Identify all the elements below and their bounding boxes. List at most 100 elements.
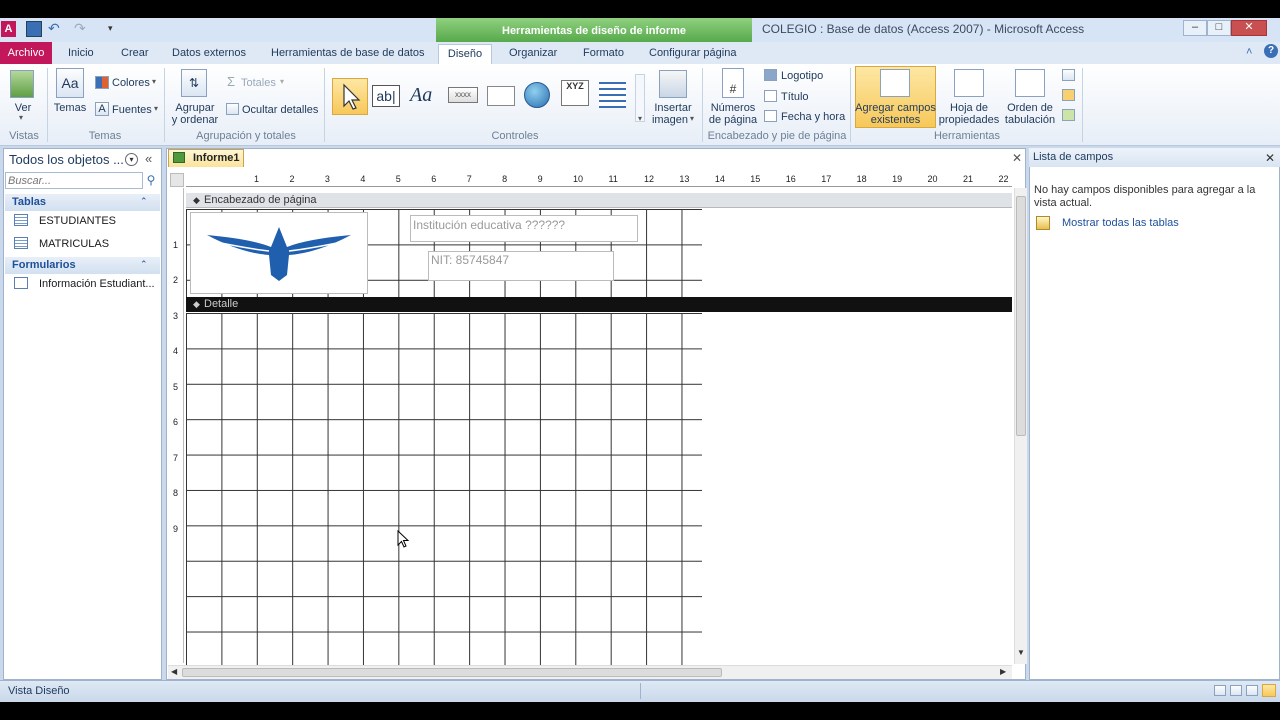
totales-button[interactable]: Totales <box>241 77 276 89</box>
nav-menu-chevron-icon[interactable]: ▾ <box>125 153 138 166</box>
chevron-down-icon[interactable]: ▾ <box>154 104 158 113</box>
search-icon[interactable]: ⚲ <box>144 173 158 187</box>
collapse-group-icon[interactable]: ⌃ <box>140 196 148 207</box>
select-report-box[interactable] <box>170 173 184 187</box>
scroll-down-icon[interactable]: ▼ <box>1017 648 1025 657</box>
nav-pane-title[interactable]: Todos los objetos ... <box>9 152 124 167</box>
label-control-icon[interactable]: Aa <box>410 84 432 107</box>
titulo-button[interactable]: Título <box>781 91 809 103</box>
tab-formato[interactable]: Formato <box>579 44 628 64</box>
collapse-pane-icon[interactable]: « <box>145 151 152 166</box>
tab-archivo[interactable]: Archivo <box>0 42 52 64</box>
scroll-left-icon[interactable]: ◀ <box>171 667 177 676</box>
fuentes-button[interactable]: Fuentes <box>112 104 152 116</box>
nav-item-estudiantes[interactable]: ESTUDIANTES <box>39 215 116 227</box>
agrupar-button-line2[interactable]: y ordenar <box>170 114 220 126</box>
scroll-right-icon[interactable]: ▶ <box>1000 667 1006 676</box>
report-view-icon[interactable] <box>1214 685 1226 696</box>
vertical-scroll-thumb[interactable] <box>1016 196 1026 436</box>
save-icon[interactable] <box>26 21 42 37</box>
insertar-imagen-line1[interactable]: Insertar <box>648 102 698 114</box>
ruler-number: 16 <box>785 174 796 184</box>
nit-textbox[interactable]: NIT: 85745847 <box>428 251 614 281</box>
design-view-icon[interactable] <box>1262 684 1276 697</box>
help-icon[interactable]: ? <box>1264 44 1278 58</box>
group-sort-icon[interactable]: ⇅ <box>181 69 207 97</box>
hyperlink-globe-icon[interactable] <box>524 82 550 108</box>
themes-icon[interactable]: Aa <box>56 68 84 98</box>
view-code-icon[interactable] <box>1062 89 1075 101</box>
select-pointer-button[interactable] <box>332 78 368 115</box>
insert-image-icon[interactable] <box>659 70 687 98</box>
view-icon[interactable] <box>10 70 34 98</box>
page-numbers-icon[interactable]: # <box>722 68 744 98</box>
controls-gallery-more-icon[interactable]: ▾ <box>635 74 645 123</box>
close-document-icon[interactable]: ✕ <box>1012 151 1022 165</box>
institution-textbox[interactable]: Institución educativa ?????? <box>410 215 638 242</box>
tab-inicio[interactable]: Inicio <box>64 44 98 64</box>
ver-dropdown-icon[interactable]: ▾ <box>19 113 23 122</box>
fecha-hora-button[interactable]: Fecha y hora <box>781 111 845 123</box>
tab-diseno[interactable]: Diseño <box>438 44 492 64</box>
logotipo-button[interactable]: Logotipo <box>781 70 823 82</box>
mouse-cursor-icon <box>397 530 410 548</box>
detail-grid[interactable] <box>186 313 702 665</box>
section-header-encabezado[interactable]: Encabezado de página <box>186 193 1012 208</box>
option-group-icon[interactable]: XYZ <box>561 80 589 106</box>
layout-view-icon[interactable] <box>1246 685 1258 696</box>
chevron-down-icon[interactable]: ▾ <box>690 114 694 123</box>
hoja-propiedades-line2[interactable]: propiedades <box>937 114 1001 126</box>
status-text: Vista Diseño <box>8 685 70 697</box>
numeros-pagina-line1[interactable]: Números <box>707 102 759 114</box>
mostrar-todas-tablas-link[interactable]: Mostrar todas las tablas <box>1062 217 1179 229</box>
ruler-number: 7 <box>466 174 472 184</box>
vertical-ruler: 1 2 3 4 5 6 7 8 9 <box>170 188 184 663</box>
tab-herramientas-bd[interactable]: Herramientas de base de datos <box>267 44 428 64</box>
horizontal-scrollbar[interactable]: ◀ ▶ <box>168 665 1012 679</box>
orden-tabulacion-line2[interactable]: tabulación <box>1002 114 1058 126</box>
vertical-scrollbar[interactable]: ▼ <box>1014 188 1027 664</box>
customize-qat-icon[interactable]: ▾ <box>108 21 124 37</box>
tab-crear[interactable]: Crear <box>117 44 153 64</box>
logo-image-control[interactable] <box>190 212 368 294</box>
undo-icon[interactable]: ↶ <box>48 21 64 37</box>
title-icon <box>764 90 777 102</box>
horizontal-scroll-thumb[interactable] <box>182 668 722 677</box>
tab-organizar[interactable]: Organizar <box>505 44 561 64</box>
numeros-pagina-line2[interactable]: de página <box>707 114 759 126</box>
close-field-list-icon[interactable]: ✕ <box>1265 151 1275 165</box>
orden-tabulacion-line1[interactable]: Orden de <box>1002 102 1058 114</box>
insertar-imagen-line2[interactable]: imagen <box>648 114 692 126</box>
tab-control-icon[interactable] <box>487 86 515 106</box>
nav-group-formularios[interactable]: Formularios <box>5 257 160 274</box>
nav-item-informacion-estudiante[interactable]: Información Estudiant... <box>39 278 155 290</box>
collapse-group-icon[interactable]: ⌃ <box>140 259 148 270</box>
redo-icon[interactable]: ↷ <box>74 21 90 37</box>
ruler-number: 1 <box>173 240 179 250</box>
ocultar-detalles-button[interactable]: Ocultar detalles <box>242 104 318 116</box>
nav-item-matriculas[interactable]: MATRICULAS <box>39 238 109 250</box>
minimize-button[interactable]: – <box>1183 20 1207 36</box>
hoja-propiedades-line1[interactable]: Hoja de <box>937 102 1001 114</box>
button-control-icon[interactable]: xxxx <box>448 87 478 103</box>
section-header-detalle[interactable]: Detalle <box>186 297 1012 312</box>
tab-configurar-pagina[interactable]: Configurar página <box>645 44 740 64</box>
subreport-icon[interactable] <box>1062 69 1075 81</box>
nav-search-input[interactable] <box>5 172 143 189</box>
tab-order-icon[interactable] <box>1015 69 1045 97</box>
textbox-control-icon[interactable]: ab| <box>372 85 400 107</box>
chevron-down-icon[interactable]: ▾ <box>280 77 284 86</box>
property-sheet-icon[interactable] <box>954 69 984 97</box>
agrupar-button-line1[interactable]: Agrupar <box>170 102 220 114</box>
temas-button[interactable]: Temas <box>52 102 88 114</box>
chevron-down-icon[interactable]: ▾ <box>152 77 156 86</box>
maximize-button[interactable]: □ <box>1207 20 1231 36</box>
tab-datos-externos[interactable]: Datos externos <box>168 44 250 64</box>
page-break-icon[interactable] <box>599 82 626 108</box>
nav-group-tablas[interactable]: Tablas <box>5 194 160 211</box>
print-preview-icon[interactable] <box>1230 685 1242 696</box>
minimize-ribbon-icon[interactable]: ˄ <box>1246 46 1252 58</box>
colores-button[interactable]: Colores <box>112 77 150 89</box>
close-button[interactable]: ✕ <box>1231 20 1267 36</box>
convert-macros-icon[interactable] <box>1062 109 1075 121</box>
